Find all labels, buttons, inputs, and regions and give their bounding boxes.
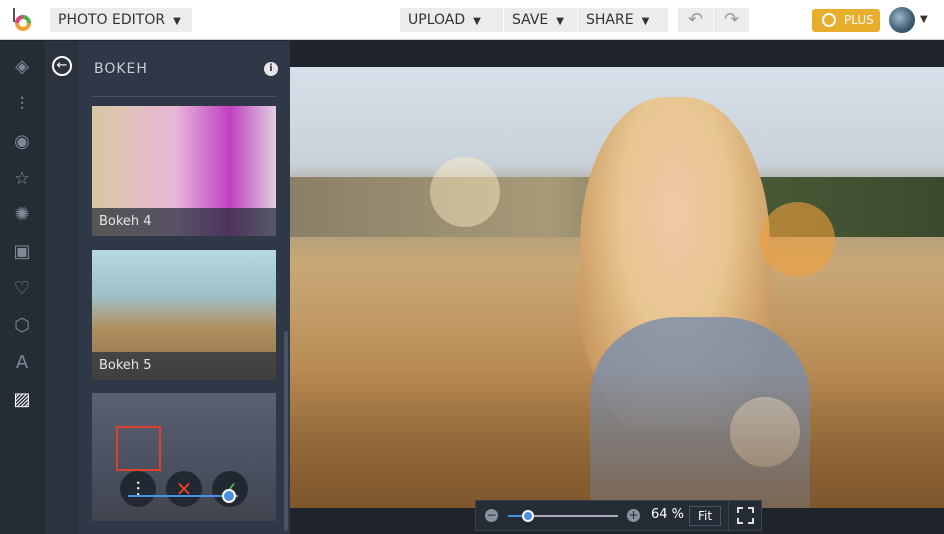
photo-editor-menu[interactable]: PHOTO EDITOR ▼	[50, 8, 192, 32]
settings-button[interactable]: ⫶	[120, 471, 156, 507]
sliders-icon: ⫶	[135, 477, 141, 501]
redo-icon: ↷	[723, 9, 740, 30]
zoom-slider[interactable]	[508, 510, 618, 522]
texture-icon[interactable]: ▨	[12, 390, 32, 410]
fit-button[interactable]: Fit	[689, 506, 721, 526]
text-icon[interactable]: A	[12, 353, 32, 373]
bokeh-5-thumbnail[interactable]: Bokeh 5	[92, 250, 276, 380]
thumbnail-label: Bokeh 5	[92, 352, 276, 380]
fullscreen-icon[interactable]	[737, 507, 754, 524]
caret-down-icon[interactable]: ▼	[920, 14, 928, 25]
effects-icon[interactable]: ✺	[12, 205, 32, 225]
info-icon[interactable]: i	[264, 62, 278, 76]
bokeh-4-thumbnail[interactable]: Bokeh 4	[92, 106, 276, 236]
menu-label: PHOTO EDITOR	[58, 12, 166, 28]
panel-title: BOKEH	[94, 61, 148, 77]
photo-canvas[interactable]	[290, 67, 944, 508]
divider	[92, 96, 276, 97]
frame-icon[interactable]: ▣	[12, 242, 32, 262]
scrollbar[interactable]	[284, 331, 288, 531]
zoom-out-button[interactable]: −	[485, 509, 498, 522]
undo-button[interactable]: ↶	[678, 8, 713, 32]
zoom-value: 64 %	[651, 507, 685, 522]
heart-icon[interactable]: ♡	[12, 279, 32, 299]
badge-icon[interactable]: ⬡	[12, 316, 32, 336]
star-icon[interactable]: ☆	[12, 169, 32, 189]
share-button[interactable]: SHARE ▼	[578, 8, 668, 32]
back-column: ←	[45, 41, 78, 534]
plus-label: PLUS	[844, 13, 874, 27]
plus-button[interactable]: PLUS	[812, 9, 880, 32]
highlight-box	[116, 426, 161, 471]
undo-icon: ↶	[687, 9, 704, 30]
cancel-button[interactable]: ✕	[166, 471, 202, 507]
thumbnail-label: Bokeh 4	[92, 208, 276, 236]
upload-button[interactable]: UPLOAD ▼	[400, 8, 503, 32]
zoom-handle[interactable]	[521, 510, 534, 522]
tool-rail: ◈ ⫶ ◉ ☆ ✺ ▣ ♡ ⬡ A ▨	[0, 41, 45, 534]
back-arrow-icon[interactable]: ←	[52, 56, 72, 76]
save-button[interactable]: SAVE ▼	[504, 8, 577, 32]
adjust-icon[interactable]: ⫶	[12, 95, 32, 115]
upload-label: UPLOAD	[408, 12, 466, 28]
top-bar: PHOTO EDITOR ▼ UPLOAD ▼ SAVE ▼ SHARE ▼ ↶ ↷ P…	[0, 0, 944, 40]
close-icon: ✕	[175, 477, 193, 501]
caret-down-icon: ▼	[173, 16, 181, 27]
avatar[interactable]	[889, 7, 915, 33]
zoom-in-button[interactable]: +	[627, 509, 640, 522]
intensity-slider[interactable]	[128, 489, 238, 503]
share-label: SHARE	[586, 12, 634, 28]
plus-badge-icon	[822, 13, 836, 27]
bokeh-panel: BOKEH i Bokeh 4 Bokeh 5 ⫶ ✕ ✓	[78, 41, 290, 534]
caret-down-icon: ▼	[641, 16, 650, 27]
caret-down-icon: ▼	[473, 16, 481, 27]
redo-button[interactable]: ↷	[714, 8, 749, 32]
caret-down-icon: ▼	[556, 16, 564, 27]
save-label: SAVE	[512, 12, 549, 28]
layers-icon[interactable]: ◈	[12, 57, 32, 77]
eye-icon[interactable]: ◉	[12, 132, 32, 152]
app-logo[interactable]	[12, 8, 34, 32]
zoom-bar: − + 64 % Fit	[475, 500, 762, 531]
